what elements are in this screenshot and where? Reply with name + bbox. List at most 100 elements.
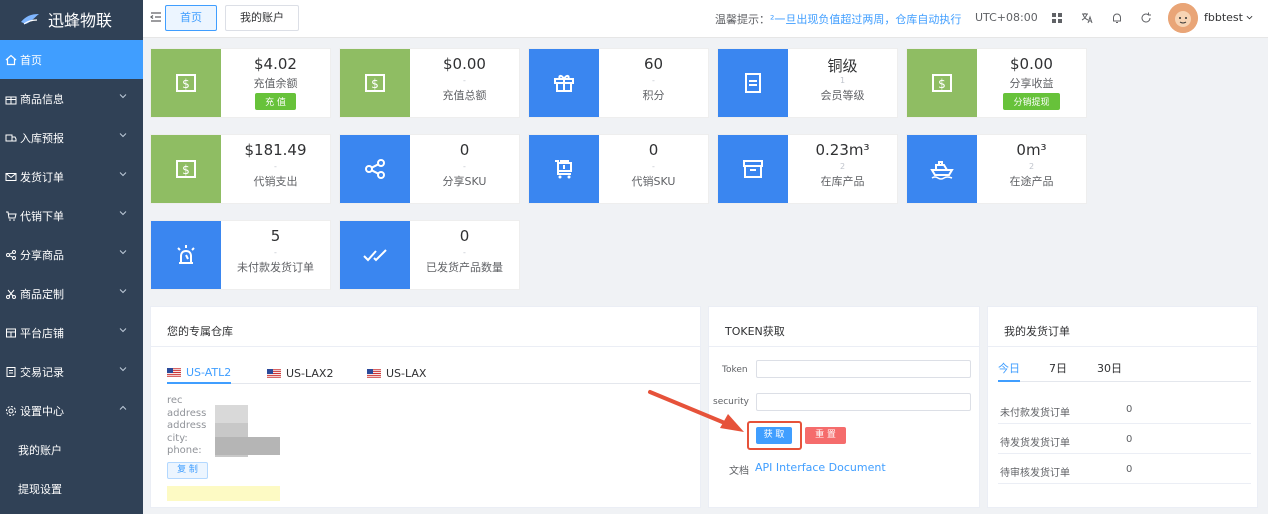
table-row: 待审核发货订单 0 — [998, 454, 1251, 484]
card-value: $0.00 — [443, 55, 486, 73]
chevron-down-icon — [119, 94, 127, 99]
archive-icon — [743, 160, 763, 178]
gift-icon — [554, 75, 574, 92]
card-sub: - — [652, 76, 655, 85]
highlight-box — [747, 421, 802, 450]
chevron-down-icon — [119, 211, 127, 216]
reset-button[interactable]: 重 置 — [805, 427, 846, 444]
card-icon-box: $ — [907, 49, 977, 117]
sidebar-item-label: 入库预报 — [20, 131, 64, 145]
tab-my-account[interactable]: 我的账户 — [225, 5, 299, 31]
chevron-down-icon — [119, 172, 127, 177]
card-icon-box: $ — [151, 49, 221, 117]
tab-30-days[interactable]: 30日 — [1097, 360, 1122, 382]
card-label: 在途产品 — [1009, 175, 1054, 188]
card-share-income: $ $0.00 分享收益分销提现 — [906, 48, 1087, 118]
sidebar-item-shipping-orders[interactable]: 发货订单 — [0, 157, 143, 196]
us-flag-icon — [267, 368, 281, 378]
orders-title: 我的发货订单 — [988, 307, 1257, 347]
card-value: 60 — [643, 55, 664, 73]
app-logo[interactable]: 迅蜂物联 — [0, 0, 143, 38]
card-label: 代销支出 — [253, 175, 298, 188]
card-value: 0m³ — [1016, 141, 1047, 159]
notice-text[interactable]: ²一旦出现负值超过两周，仓库自动执行 — [770, 13, 961, 26]
card-points: 60 - 积分 — [528, 48, 709, 118]
collapse-sidebar-icon[interactable] — [149, 10, 163, 24]
card-sub: 1 — [839, 76, 846, 85]
truck-icon — [5, 134, 17, 141]
sidebar-item-withdraw-settings[interactable]: 提现设置 — [0, 469, 143, 508]
tab-us-atl2[interactable]: US-ATL2 — [167, 362, 232, 384]
sidebar-item-label: 提现设置 — [18, 482, 62, 496]
document-icon — [745, 73, 761, 93]
card-sub: - — [463, 248, 466, 257]
card-value: $0.00 — [1010, 55, 1053, 73]
row-value: 0 — [1126, 464, 1133, 475]
recharge-button[interactable]: 充 值 — [255, 93, 296, 110]
svg-text:$: $ — [182, 77, 190, 91]
card-sub: 2 — [1028, 162, 1035, 171]
avatar[interactable] — [1168, 3, 1198, 33]
refresh-icon[interactable] — [1139, 11, 1153, 25]
card-label: 已发货产品数量 — [426, 261, 503, 274]
card-consignment-sku: 0 - 代销SKU — [528, 134, 709, 204]
row-label: 未付款发货订单 — [1000, 408, 1070, 419]
card-shipped-products: 0 - 已发货产品数量 — [339, 220, 520, 290]
card-recharge-total: $ $0.00 - 充值总额 — [339, 48, 520, 118]
token-input[interactable] — [756, 360, 971, 378]
timezone-label: UTC+08:00 — [975, 11, 1038, 24]
token-label: Token — [722, 365, 748, 375]
dollar-icon: $ — [932, 74, 952, 92]
sidebar-item-stores[interactable]: 平台店铺 — [0, 313, 143, 352]
withdraw-button[interactable]: 分销提现 — [1003, 93, 1060, 110]
us-flag-icon — [167, 367, 181, 377]
bell-icon[interactable] — [1110, 11, 1124, 25]
tab-today[interactable]: 今日 — [998, 360, 1020, 382]
card-sub: - — [652, 162, 655, 171]
tab-us-lax2[interactable]: US-LAX2 — [267, 362, 333, 384]
sidebar-item-label: 发货订单 — [20, 170, 64, 184]
card-label: 充值总额 — [442, 89, 487, 102]
tab-label: US-LAX2 — [286, 366, 334, 380]
card-in-stock: 0.23m³ 2 在库产品 — [717, 134, 898, 204]
table-row: 待发货发货订单 0 — [998, 424, 1251, 454]
notice-prefix: 温馨提示： — [715, 13, 770, 26]
username[interactable]: fbbtest — [1204, 11, 1253, 24]
sidebar-item-consignment[interactable]: 代销下单 — [0, 196, 143, 235]
sidebar-item-settings[interactable]: 设置中心 — [0, 391, 143, 430]
card-icon-box — [907, 135, 977, 203]
sidebar-item-my-account[interactable]: 我的账户 — [0, 430, 143, 469]
copy-button[interactable]: 复 制 — [167, 462, 208, 479]
sidebar-item-share-products[interactable]: 分享商品 — [0, 235, 143, 274]
sidebar-item-label: 商品定制 — [20, 287, 64, 301]
us-flag-icon — [367, 368, 381, 378]
sidebar-item-customization[interactable]: 商品定制 — [0, 274, 143, 313]
cart-icon — [555, 160, 572, 179]
dollar-icon: $ — [176, 74, 196, 92]
sidebar-item-label: 首页 — [20, 53, 42, 67]
dollar-icon: $ — [176, 160, 196, 178]
card-label: 分享收益 — [1009, 77, 1054, 90]
token-title: TOKEN获取 — [709, 307, 979, 347]
api-doc-link[interactable]: API Interface Document — [755, 461, 886, 474]
row-label: 待发货发货订单 — [1000, 438, 1070, 449]
sidebar-item-home[interactable]: 首页 — [0, 40, 143, 79]
card-icon-box — [151, 221, 221, 289]
row-label: 待审核发货订单 — [1000, 468, 1070, 479]
orders-tabs: 今日 7日 30日 — [998, 356, 1251, 382]
sidebar-item-inbound[interactable]: 入库预报 — [0, 118, 143, 157]
tab-us-lax[interactable]: US-LAX — [367, 362, 426, 384]
translate-icon[interactable] — [1080, 11, 1094, 25]
notice-bar: 温馨提示：²一旦出现负值超过两周，仓库自动执行 — [715, 11, 961, 27]
security-input[interactable] — [756, 393, 971, 411]
card-icon-box — [718, 135, 788, 203]
card-sub: - — [274, 162, 277, 171]
sidebar-item-transactions[interactable]: 交易记录 — [0, 352, 143, 391]
tab-home[interactable]: 首页 — [165, 5, 217, 31]
sidebar-item-products[interactable]: 商品信息 — [0, 79, 143, 118]
table-row: 未付款发货订单 0 — [998, 394, 1251, 424]
chevron-down-icon — [119, 289, 127, 294]
tab-7-days[interactable]: 7日 — [1049, 360, 1067, 382]
grid-icon[interactable] — [1050, 11, 1064, 25]
username-label: fbbtest — [1204, 11, 1243, 24]
